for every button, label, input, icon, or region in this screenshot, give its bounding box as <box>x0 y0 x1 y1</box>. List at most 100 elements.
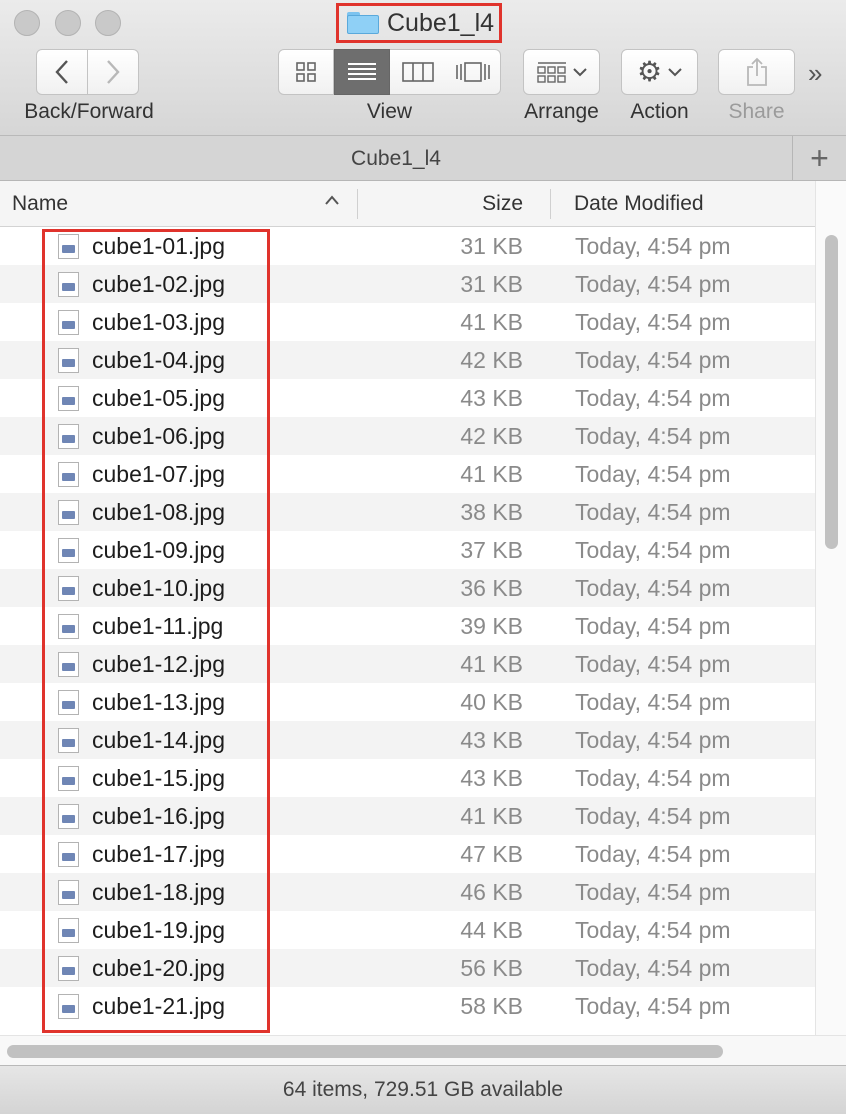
file-name[interactable]: cube1-14.jpg <box>92 721 225 759</box>
forward-button[interactable] <box>88 49 139 95</box>
file-name[interactable]: cube1-02.jpg <box>92 265 225 303</box>
file-row[interactable]: cube1-10.jpg 36 KB Today, 4:54 pm <box>0 569 815 607</box>
jpeg-file-icon <box>58 538 79 563</box>
file-size: 56 KB <box>460 955 523 981</box>
file-size: 41 KB <box>460 803 523 829</box>
file-name[interactable]: cube1-06.jpg <box>92 417 225 455</box>
jpeg-file-icon <box>58 500 79 525</box>
name-column-header[interactable]: Name <box>12 181 68 227</box>
file-date-modified: Today, 4:54 pm <box>575 613 731 639</box>
file-size: 41 KB <box>460 651 523 677</box>
file-row[interactable]: cube1-05.jpg 43 KB Today, 4:54 pm <box>0 379 815 417</box>
file-name[interactable]: cube1-21.jpg <box>92 987 225 1025</box>
vertical-scrollbar[interactable] <box>815 181 846 1035</box>
horizontal-scrollbar[interactable] <box>0 1035 846 1065</box>
cover-flow-view-button[interactable] <box>445 49 501 95</box>
file-date-modified: Today, 4:54 pm <box>575 879 731 905</box>
file-date-modified: Today, 4:54 pm <box>575 727 731 753</box>
jpeg-file-icon <box>58 272 79 297</box>
file-name[interactable]: cube1-15.jpg <box>92 759 225 797</box>
file-date-modified: Today, 4:54 pm <box>575 651 731 677</box>
share-icon <box>746 57 767 86</box>
jpeg-file-icon <box>58 994 79 1019</box>
minimize-window-button[interactable] <box>55 10 81 36</box>
close-window-button[interactable] <box>14 10 40 36</box>
file-row[interactable]: cube1-15.jpg 43 KB Today, 4:54 pm <box>0 759 815 797</box>
column-divider[interactable] <box>550 189 551 219</box>
file-row[interactable]: cube1-21.jpg 58 KB Today, 4:54 pm <box>0 987 815 1025</box>
file-name[interactable]: cube1-12.jpg <box>92 645 225 683</box>
file-row[interactable]: cube1-09.jpg 37 KB Today, 4:54 pm <box>0 531 815 569</box>
file-row[interactable]: cube1-20.jpg 56 KB Today, 4:54 pm <box>0 949 815 987</box>
file-name[interactable]: cube1-13.jpg <box>92 683 225 721</box>
add-tab-button[interactable]: + <box>792 136 846 181</box>
file-row[interactable]: cube1-01.jpg 31 KB Today, 4:54 pm <box>0 227 815 265</box>
file-name[interactable]: cube1-18.jpg <box>92 873 225 911</box>
file-row[interactable]: cube1-17.jpg 47 KB Today, 4:54 pm <box>0 835 815 873</box>
jpeg-file-icon <box>58 652 79 677</box>
file-size: 37 KB <box>460 537 523 563</box>
file-name[interactable]: cube1-17.jpg <box>92 835 225 873</box>
jpeg-file-icon <box>58 348 79 373</box>
file-row[interactable]: cube1-19.jpg 44 KB Today, 4:54 pm <box>0 911 815 949</box>
toolbar-overflow-button[interactable]: » <box>808 58 822 89</box>
date-modified-column-header[interactable]: Date Modified <box>574 181 704 227</box>
column-divider[interactable] <box>357 189 358 219</box>
file-date-modified: Today, 4:54 pm <box>575 993 731 1019</box>
file-name[interactable]: cube1-08.jpg <box>92 493 225 531</box>
jpeg-file-icon <box>58 766 79 791</box>
back-button[interactable] <box>36 49 88 95</box>
file-date-modified: Today, 4:54 pm <box>575 499 731 525</box>
file-date-modified: Today, 4:54 pm <box>575 575 731 601</box>
file-name[interactable]: cube1-16.jpg <box>92 797 225 835</box>
file-name[interactable]: cube1-05.jpg <box>92 379 225 417</box>
file-row[interactable]: cube1-14.jpg 43 KB Today, 4:54 pm <box>0 721 815 759</box>
file-date-modified: Today, 4:54 pm <box>575 271 731 297</box>
vertical-scroll-thumb[interactable] <box>825 235 838 549</box>
file-row[interactable]: cube1-11.jpg 39 KB Today, 4:54 pm <box>0 607 815 645</box>
file-name[interactable]: cube1-19.jpg <box>92 911 225 949</box>
column-view-button[interactable] <box>390 49 446 95</box>
file-size: 31 KB <box>460 233 523 259</box>
jpeg-file-icon <box>58 234 79 259</box>
file-date-modified: Today, 4:54 pm <box>575 309 731 335</box>
size-column-header[interactable]: Size <box>360 181 523 227</box>
file-row[interactable]: cube1-03.jpg 41 KB Today, 4:54 pm <box>0 303 815 341</box>
window-title[interactable]: Cube1_l4 <box>336 3 502 43</box>
file-name[interactable]: cube1-09.jpg <box>92 531 225 569</box>
file-date-modified: Today, 4:54 pm <box>575 233 731 259</box>
file-row[interactable]: cube1-12.jpg 41 KB Today, 4:54 pm <box>0 645 815 683</box>
file-row[interactable]: cube1-02.jpg 31 KB Today, 4:54 pm <box>0 265 815 303</box>
chevron-down-icon <box>668 68 682 77</box>
jpeg-file-icon <box>58 804 79 829</box>
file-size: 39 KB <box>460 613 523 639</box>
file-name[interactable]: cube1-11.jpg <box>92 607 223 645</box>
file-name[interactable]: cube1-07.jpg <box>92 455 225 493</box>
icon-view-button[interactable] <box>278 49 334 95</box>
list-view-button[interactable] <box>334 49 390 95</box>
file-row[interactable]: cube1-18.jpg 46 KB Today, 4:54 pm <box>0 873 815 911</box>
back-forward-label: Back/Forward <box>24 100 154 123</box>
file-date-modified: Today, 4:54 pm <box>575 955 731 981</box>
file-name[interactable]: cube1-04.jpg <box>92 341 225 379</box>
file-name[interactable]: cube1-03.jpg <box>92 303 225 341</box>
arrange-button[interactable] <box>523 49 600 95</box>
tab-current-folder[interactable]: Cube1_l4 <box>0 136 792 181</box>
icon-grid-icon <box>296 62 316 82</box>
share-button[interactable] <box>718 49 795 95</box>
file-row[interactable]: cube1-04.jpg 42 KB Today, 4:54 pm <box>0 341 815 379</box>
file-name[interactable]: cube1-10.jpg <box>92 569 225 607</box>
file-name[interactable]: cube1-01.jpg <box>92 227 225 265</box>
file-row[interactable]: cube1-16.jpg 41 KB Today, 4:54 pm <box>0 797 815 835</box>
jpeg-file-icon <box>58 728 79 753</box>
zoom-window-button[interactable] <box>95 10 121 36</box>
file-row[interactable]: cube1-06.jpg 42 KB Today, 4:54 pm <box>0 417 815 455</box>
file-row[interactable]: cube1-08.jpg 38 KB Today, 4:54 pm <box>0 493 815 531</box>
file-size: 38 KB <box>460 499 523 525</box>
file-row[interactable]: cube1-07.jpg 41 KB Today, 4:54 pm <box>0 455 815 493</box>
action-button[interactable]: ⚙ <box>621 49 698 95</box>
horizontal-scroll-thumb[interactable] <box>7 1045 723 1058</box>
status-bar: 64 items, 729.51 GB available <box>0 1065 846 1114</box>
file-row[interactable]: cube1-13.jpg 40 KB Today, 4:54 pm <box>0 683 815 721</box>
file-name[interactable]: cube1-20.jpg <box>92 949 225 987</box>
